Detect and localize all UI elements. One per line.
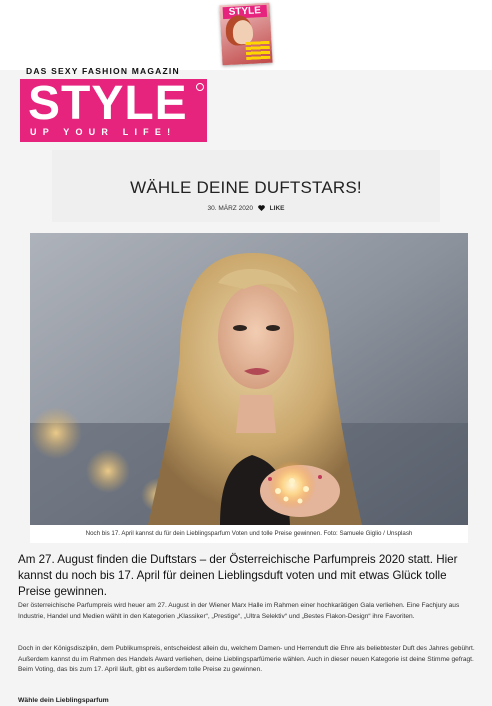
- image-caption: Noch bis 17. April kannst du für dein Li…: [30, 525, 468, 543]
- site-logo[interactable]: STYLE UP YOUR LIFE!: [20, 79, 207, 142]
- article-subheading: Wähle dein Lieblingsparfum: [18, 697, 109, 704]
- like-button[interactable]: LIKE: [270, 205, 285, 212]
- article-hero-image: [30, 233, 468, 525]
- article-date: 30. MÄRZ 2020: [207, 205, 254, 212]
- site-logo-subline: UP YOUR LIFE!: [30, 127, 177, 137]
- magazine-cover-headline: [245, 40, 271, 61]
- article-meta: 30. MÄRZ 2020 LIKE: [0, 205, 492, 212]
- site-logo-wordmark: STYLE: [28, 77, 188, 130]
- top-bar: STYLE: [0, 0, 492, 71]
- article-title: WÄHLE DEINE DUFTSTARS!: [130, 178, 362, 197]
- article-lead: Am 27. August finden die Duftstars – der…: [18, 553, 458, 598]
- heart-icon[interactable]: [258, 205, 265, 211]
- registered-mark-icon: [196, 83, 204, 91]
- article-paragraph: Der österreichische Parfumpreis wird heu…: [18, 602, 460, 620]
- magazine-cover-thumbnail[interactable]: STYLE: [219, 2, 273, 66]
- brand-tagline: DAS SEXY FASHION MAGAZIN: [26, 66, 180, 76]
- magazine-cover-logo: STYLE: [222, 4, 268, 20]
- article-paragraph: Doch in der Königsdisziplin, dem Publiku…: [18, 645, 475, 674]
